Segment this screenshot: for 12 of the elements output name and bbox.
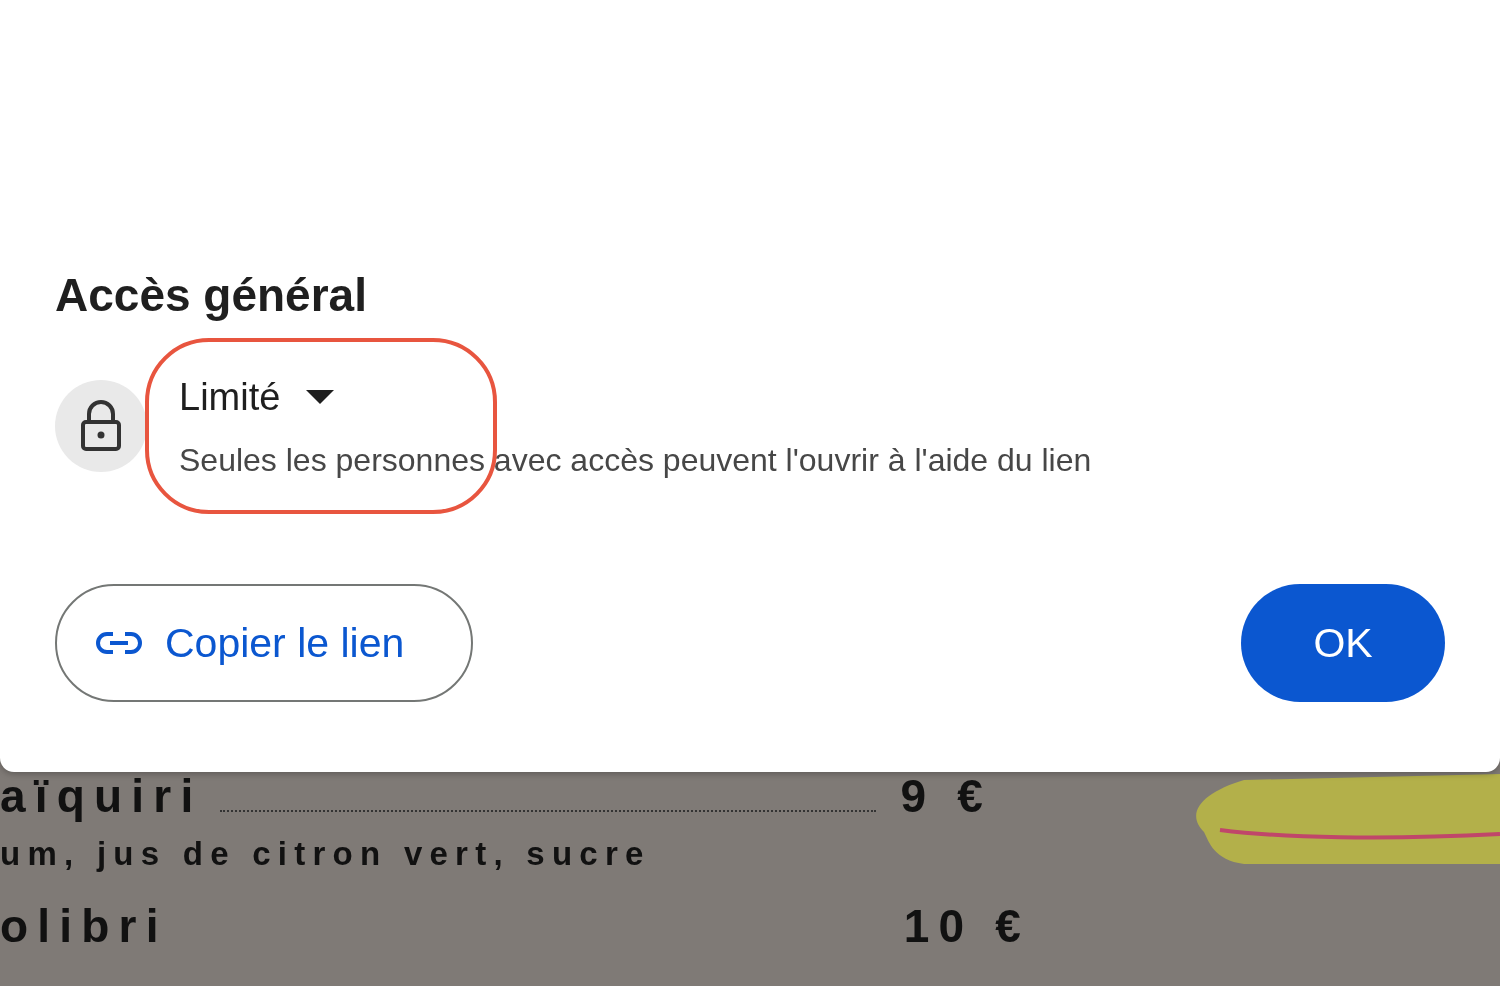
ok-button[interactable]: OK — [1241, 584, 1445, 702]
access-description: Seules les personnes avec accès peuvent l'ouvrir à l'aide du lien — [179, 441, 1092, 480]
section-heading: Accès général — [55, 268, 368, 323]
copy-link-button[interactable]: Copier le lien — [55, 584, 473, 702]
access-dropdown[interactable]: Limité — [179, 372, 1092, 422]
drink-price: 10 € — [903, 900, 1030, 952]
drink-ingredients: um, jus de citron vert, sucre — [0, 834, 652, 874]
drink-name: olibri — [0, 900, 168, 952]
caret-icon — [306, 390, 335, 404]
link-icon — [95, 630, 143, 656]
drink-price: 9 € — [900, 770, 992, 822]
drink-name: aïquiri — [0, 770, 203, 822]
